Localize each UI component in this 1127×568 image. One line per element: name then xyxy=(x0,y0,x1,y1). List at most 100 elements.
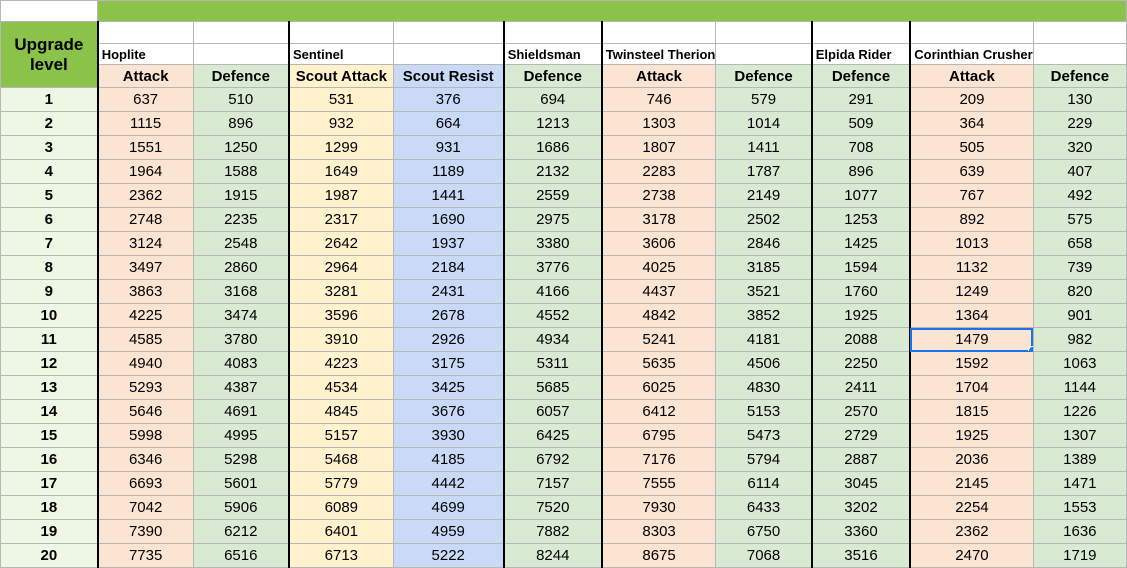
column-header-cell[interactable]: Scout Attack xyxy=(287,64,394,88)
data-cell[interactable]: 4437 xyxy=(600,279,717,304)
data-cell[interactable]: 2317 xyxy=(287,207,394,232)
data-cell[interactable]: 492 xyxy=(1032,183,1127,208)
blank-cell[interactable] xyxy=(715,21,813,44)
unit-name-cell[interactable] xyxy=(392,43,505,65)
blank-cell[interactable] xyxy=(810,21,911,44)
data-cell[interactable]: 3521 xyxy=(715,279,813,304)
data-cell[interactable]: 7520 xyxy=(502,495,603,520)
data-cell[interactable]: 4185 xyxy=(392,447,505,472)
data-cell[interactable]: 3930 xyxy=(392,423,505,448)
data-cell[interactable]: 2362 xyxy=(96,183,194,208)
data-cell[interactable]: 739 xyxy=(1032,255,1127,280)
data-cell[interactable]: 2559 xyxy=(502,183,603,208)
data-cell[interactable]: 6401 xyxy=(287,519,394,544)
unit-name-cell[interactable]: Corinthian Crusher xyxy=(909,43,1034,65)
upgrade-level-cell[interactable]: 1 xyxy=(0,87,99,112)
data-cell[interactable]: 5646 xyxy=(96,399,194,424)
data-cell[interactable]: 3780 xyxy=(192,327,290,352)
column-header-cell[interactable]: Scout Resist xyxy=(392,64,505,88)
upgrade-level-cell[interactable]: 7 xyxy=(0,231,99,256)
column-header-cell[interactable]: Defence xyxy=(810,64,911,88)
data-cell[interactable]: 3852 xyxy=(715,303,813,328)
data-cell[interactable]: 2748 xyxy=(96,207,194,232)
data-cell[interactable]: 896 xyxy=(810,159,911,184)
data-cell[interactable]: 2254 xyxy=(909,495,1034,520)
data-cell[interactable]: 579 xyxy=(715,87,813,112)
data-cell[interactable]: 509 xyxy=(810,111,911,136)
top-header-band[interactable] xyxy=(97,0,1127,22)
data-cell[interactable]: 746 xyxy=(600,87,717,112)
data-cell[interactable]: 3360 xyxy=(810,519,911,544)
data-cell[interactable]: 1719 xyxy=(1032,543,1127,568)
data-cell[interactable]: 4225 xyxy=(96,303,194,328)
data-cell[interactable]: 8303 xyxy=(600,519,717,544)
data-cell[interactable]: 2132 xyxy=(502,159,603,184)
data-cell[interactable]: 5157 xyxy=(287,423,394,448)
data-cell[interactable]: 6795 xyxy=(600,423,717,448)
data-cell[interactable]: 6750 xyxy=(715,519,813,544)
data-cell[interactable]: 6412 xyxy=(600,399,717,424)
data-cell[interactable]: 931 xyxy=(392,135,505,160)
data-cell[interactable]: 229 xyxy=(1032,111,1127,136)
data-cell[interactable]: 1704 xyxy=(909,375,1034,400)
data-cell[interactable]: 1649 xyxy=(287,159,394,184)
data-cell[interactable]: 708 xyxy=(810,135,911,160)
data-cell[interactable]: 407 xyxy=(1032,159,1127,184)
data-cell[interactable]: 1636 xyxy=(1032,519,1127,544)
data-cell[interactable]: 6114 xyxy=(715,471,813,496)
selected-cell[interactable]: 1479 xyxy=(909,327,1034,352)
data-cell[interactable]: 1226 xyxy=(1032,399,1127,424)
data-cell[interactable]: 896 xyxy=(192,111,290,136)
data-cell[interactable]: 901 xyxy=(1032,303,1127,328)
data-cell[interactable]: 2860 xyxy=(192,255,290,280)
upgrade-level-cell[interactable]: 20 xyxy=(0,543,99,568)
data-cell[interactable]: 2964 xyxy=(287,255,394,280)
data-cell[interactable]: 3124 xyxy=(96,231,194,256)
data-cell[interactable]: 1553 xyxy=(1032,495,1127,520)
data-cell[interactable]: 5222 xyxy=(392,543,505,568)
data-cell[interactable]: 4442 xyxy=(392,471,505,496)
data-cell[interactable]: 4552 xyxy=(502,303,603,328)
upgrade-level-cell[interactable]: 4 xyxy=(0,159,99,184)
upgrade-level-cell[interactable]: 17 xyxy=(0,471,99,496)
data-cell[interactable]: 209 xyxy=(909,87,1034,112)
blank-cell[interactable] xyxy=(502,21,603,44)
data-cell[interactable]: 2283 xyxy=(600,159,717,184)
data-cell[interactable]: 5153 xyxy=(715,399,813,424)
data-cell[interactable]: 7555 xyxy=(600,471,717,496)
data-cell[interactable]: 2431 xyxy=(392,279,505,304)
data-cell[interactable]: 7042 xyxy=(96,495,194,520)
upgrade-level-cell[interactable]: 16 xyxy=(0,447,99,472)
data-cell[interactable]: 6516 xyxy=(192,543,290,568)
data-cell[interactable]: 291 xyxy=(810,87,911,112)
data-cell[interactable]: 3380 xyxy=(502,231,603,256)
data-cell[interactable]: 1389 xyxy=(1032,447,1127,472)
unit-name-cell[interactable]: Twinsteel Therion xyxy=(600,43,717,65)
data-cell[interactable]: 4691 xyxy=(192,399,290,424)
data-cell[interactable]: 1925 xyxy=(810,303,911,328)
data-cell[interactable]: 3425 xyxy=(392,375,505,400)
data-cell[interactable]: 2235 xyxy=(192,207,290,232)
data-cell[interactable]: 2975 xyxy=(502,207,603,232)
data-cell[interactable]: 982 xyxy=(1032,327,1127,352)
data-cell[interactable]: 3596 xyxy=(287,303,394,328)
data-cell[interactable]: 4995 xyxy=(192,423,290,448)
data-cell[interactable]: 3045 xyxy=(810,471,911,496)
data-cell[interactable]: 1807 xyxy=(600,135,717,160)
blank-cell[interactable] xyxy=(96,21,194,44)
upgrade-level-cell[interactable]: 9 xyxy=(0,279,99,304)
data-cell[interactable]: 6025 xyxy=(600,375,717,400)
data-cell[interactable]: 4845 xyxy=(287,399,394,424)
data-cell[interactable]: 820 xyxy=(1032,279,1127,304)
data-cell[interactable]: 6693 xyxy=(96,471,194,496)
data-cell[interactable]: 4940 xyxy=(96,351,194,376)
data-cell[interactable]: 3606 xyxy=(600,231,717,256)
data-cell[interactable]: 7068 xyxy=(715,543,813,568)
data-cell[interactable]: 5311 xyxy=(502,351,603,376)
data-cell[interactable]: 376 xyxy=(392,87,505,112)
data-cell[interactable]: 5685 xyxy=(502,375,603,400)
data-cell[interactable]: 5473 xyxy=(715,423,813,448)
unit-name-cell[interactable]: Sentinel xyxy=(287,43,394,65)
data-cell[interactable]: 1253 xyxy=(810,207,911,232)
data-cell[interactable]: 2570 xyxy=(810,399,911,424)
